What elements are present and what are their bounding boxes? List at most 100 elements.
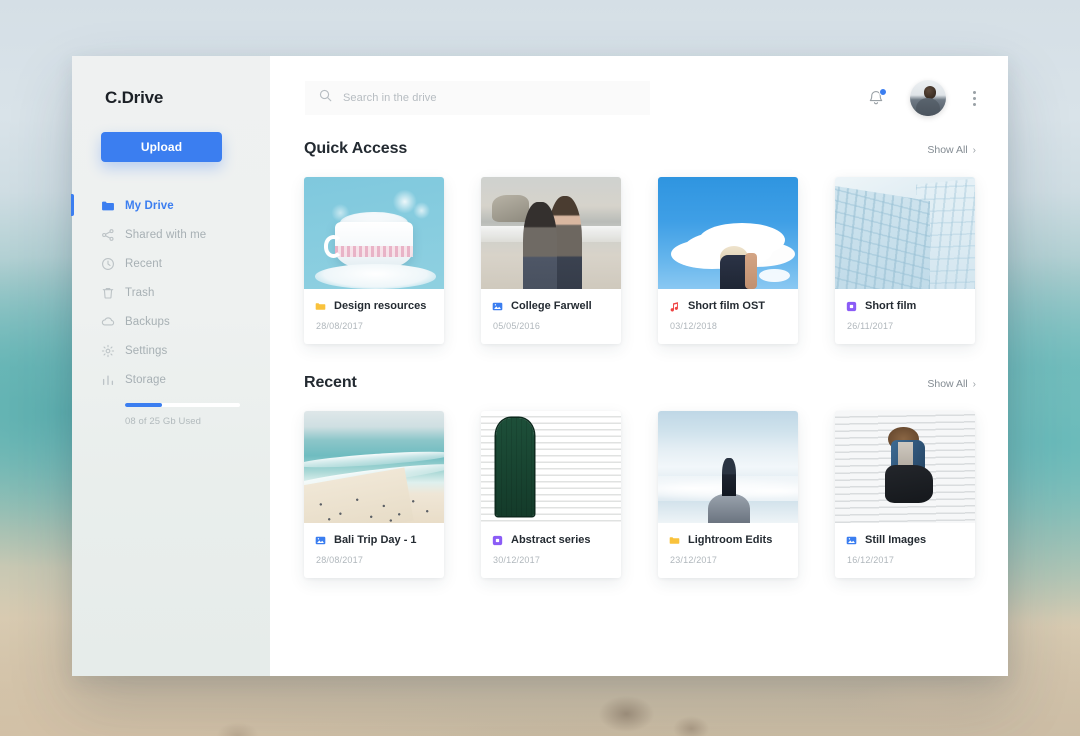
sidebar-item-label: Backups [125,315,170,328]
file-title: Short film [865,300,917,312]
sidebar-item-label: Shared with me [125,228,207,241]
file-card[interactable]: Design resources 28/08/2017 [304,177,444,344]
file-thumbnail [658,411,798,523]
file-thumbnail [304,411,444,523]
file-title: Still Images [865,534,927,546]
section-title: Quick Access [304,140,408,157]
sidebar-item-settings[interactable]: Settings [72,336,270,365]
sidebar-item-label: Recent [125,257,163,270]
file-date: 05/05/2016 [493,321,541,331]
file-title-row: College Farwell [492,300,621,312]
sidebar-item-label: Trash [125,286,155,299]
file-title-row: Bali Trip Day - 1 [315,534,444,546]
file-date: 03/12/2018 [670,321,718,331]
folder-icon [101,199,115,213]
file-title: Bali Trip Day - 1 [334,534,417,546]
file-title: Lightroom Edits [688,534,773,546]
file-card[interactable]: Short film OST 03/12/2018 [658,177,798,344]
cloud-icon [101,315,115,329]
file-card-body: Short film OST 03/12/2018 [658,289,798,344]
file-date: 30/12/2017 [493,555,541,565]
topbar-actions [868,80,976,116]
file-title-row: Lightroom Edits [669,534,798,546]
show-all-label: Show All [927,378,968,390]
sidebar-nav: My Drive Shared with me Recent Trash Backups… [71,191,270,394]
file-thumbnail [481,177,621,289]
topbar [270,56,1008,140]
sidebar: C.Drive Upload My Drive Shared with me Rec… [71,56,270,676]
upload-button[interactable]: Upload [101,132,222,162]
file-title: Design resources [334,300,427,312]
main-panel: Quick Access Show All › Design resources 28/… [270,56,1008,676]
sidebar-item-label: Settings [125,344,168,357]
show-all-link[interactable]: Show All › [927,378,976,390]
file-thumbnail [835,177,975,289]
file-card-body: College Farwell 05/05/2016 [481,289,621,344]
section-title: Recent [304,374,357,391]
kebab-menu-icon[interactable] [972,90,976,106]
image-file-icon [846,535,857,546]
storage-meter: 08 of 25 Gb Used [72,403,270,427]
folder-file-icon [669,535,680,546]
file-date: 26/11/2017 [847,321,894,331]
section-header: Recent Show All › [304,374,976,392]
storage-used-label: 08 of 25 Gb Used [125,416,202,427]
chevron-right-icon: › [972,378,976,390]
cdrive-app-window: C.Drive Upload My Drive Shared with me Rec… [71,56,1008,676]
notifications-button[interactable] [868,88,887,107]
trash-icon [101,286,115,300]
sidebar-item-my-drive[interactable]: My Drive [71,191,270,220]
file-card-body: Design resources 28/08/2017 [304,289,444,344]
file-thumbnail [835,411,975,523]
file-title-row: Design resources [315,300,444,312]
audio-file-icon [669,301,680,312]
search-box[interactable] [305,81,650,115]
content-area: Quick Access Show All › Design resources 28/… [270,140,1008,578]
video-file-icon [492,535,503,546]
file-card-body: Short film 26/11/2017 [835,289,975,344]
file-date: 16/12/2017 [847,555,895,565]
chart-icon [101,373,115,387]
chevron-right-icon: › [972,144,976,156]
file-card-body: Lightroom Edits 23/12/2017 [658,523,798,578]
file-title-row: Short film [846,300,975,312]
file-card-body: Still Images 16/12/2017 [835,523,975,578]
app-brand-title: C.Drive [105,88,164,107]
storage-bar-fill [125,403,162,407]
file-title-row: Abstract series [492,534,621,546]
sidebar-item-shared-with-me[interactable]: Shared with me [72,220,270,249]
folder-file-icon [315,301,326,312]
video-file-icon [846,301,857,312]
storage-bar-track [125,403,240,407]
file-card-body: Abstract series 30/12/2017 [481,523,621,578]
file-card-body: Bali Trip Day - 1 28/08/2017 [304,523,444,578]
file-card[interactable]: Abstract series 30/12/2017 [481,411,621,578]
card-row: Design resources 28/08/2017 College Farwel… [304,177,976,344]
sidebar-item-trash[interactable]: Trash [72,278,270,307]
search-icon [319,89,332,107]
sidebar-item-backups[interactable]: Backups [72,307,270,336]
sidebar-item-label: Storage [125,373,166,386]
show-all-link[interactable]: Show All › [927,144,976,156]
card-row: Bali Trip Day - 1 28/08/2017 Abstract seri… [304,411,976,578]
file-title: Short film OST [688,300,765,312]
file-title-row: Short film OST [669,300,798,312]
show-all-label: Show All [927,144,968,156]
file-card[interactable]: Bali Trip Day - 1 28/08/2017 [304,411,444,578]
file-thumbnail [658,177,798,289]
file-card[interactable]: Short film 26/11/2017 [835,177,975,344]
search-input[interactable] [343,92,623,104]
avatar[interactable] [910,80,946,116]
file-date: 28/08/2017 [316,555,364,565]
gear-icon [101,344,115,358]
section-header: Quick Access Show All › [304,140,976,158]
sidebar-item-storage[interactable]: Storage [72,365,270,394]
file-date: 28/08/2017 [316,321,364,331]
file-date: 23/12/2017 [670,555,718,565]
file-card[interactable]: Still Images 16/12/2017 [835,411,975,578]
file-card[interactable]: College Farwell 05/05/2016 [481,177,621,344]
sidebar-item-recent[interactable]: Recent [72,249,270,278]
file-card[interactable]: Lightroom Edits 23/12/2017 [658,411,798,578]
sidebar-item-label: My Drive [125,199,174,212]
